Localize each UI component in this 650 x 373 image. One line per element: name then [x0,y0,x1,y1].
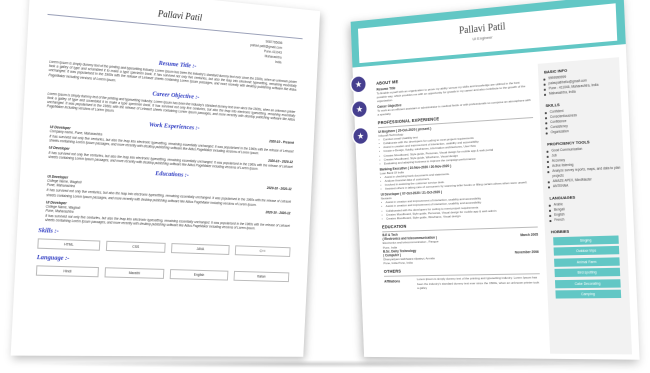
edu-date: November 2006 [514,249,539,255]
hobby-pill: Singing [553,234,619,245]
hobby-pill: Bird spotting [554,267,621,278]
right-resume-sheet: Pallavi Patil UI Engineer ABOUT ME Resum… [350,0,640,360]
document-scene: Pallavi Patil 9087765656 pallavi.patil@g… [0,0,650,373]
hobby-pill: Cake Decorating [554,278,621,288]
hobby-pill: Animal Farm [554,256,620,267]
skill-cell: HTML [37,238,100,251]
floor-shadow [30,360,590,368]
language-cell: English [169,269,228,281]
education-list: B.E & Tech( Electronics and telecommunic… [382,229,539,265]
hobby-pill: Outdoor trips [553,245,620,256]
right-main-column: ABOUT ME Resume Title To Enable myself w… [376,64,540,290]
language-cell: Marathi [103,267,165,280]
hobbies-heading: HOBBIES [550,228,570,235]
skill-cell: CSS [105,241,166,254]
hobby-pill: Camping [555,289,622,299]
basic-info-list: 9999999999 palavpatilhello@gmail.com Pune … [538,71,620,98]
jobs-list: UI Engineer ( 20-Oct-2020 ( present ) Inf… [378,120,537,221]
left-language-grid: Hindi Marathi English Italian [35,265,290,283]
left-resume-sheet: Pallavi Patil 9087765656 pallavi.patil@g… [10,0,321,357]
star-badge-icon: ★ [351,76,366,93]
right-sidebar: BASIC INFO 9999999999 palavpatilhello@gma… [537,57,633,355]
star-badge-icon: ★ [353,127,368,145]
affiliations-row: Affiliations Lorem Ipsum is simply dummy… [384,276,540,290]
affiliations-text: Lorem Ipsum is simply dummy text of the … [416,275,540,290]
hobbies-list: Singing Outdoor trips Animal Farm Bird spot… [545,234,629,299]
language-cell: Italian [233,271,290,283]
proficiency-list: Good Communication Job Accuracy Active list… [541,145,624,190]
language-cell: Hindi [35,265,99,278]
affiliations-label: Affiliations [384,279,401,284]
skill-cell: C++ [234,245,291,258]
star-badge-icon: ★ [352,101,367,118]
edu-date: March 2005 [520,233,539,238]
skills-list: Confident Conscientiousness Confidence Cons… [540,105,623,136]
languages-list: Arabic Bengali English French [544,200,626,223]
skill-cell: JAVA [170,243,230,256]
